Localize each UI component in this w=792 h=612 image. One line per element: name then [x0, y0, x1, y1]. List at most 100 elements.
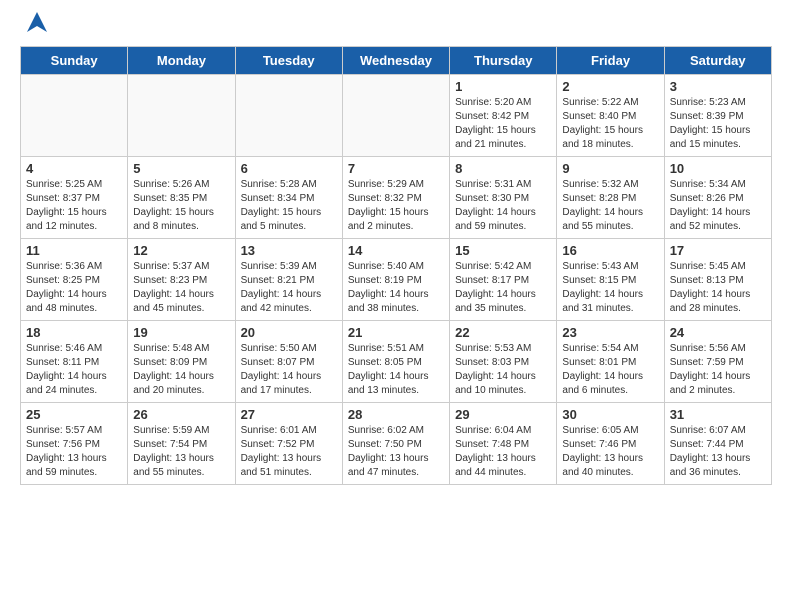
day-number: 26 [133, 407, 229, 422]
day-info: Sunrise: 5:22 AM Sunset: 8:40 PM Dayligh… [562, 96, 658, 152]
day-info: Sunrise: 6:05 AM Sunset: 7:46 PM Dayligh… [562, 424, 658, 480]
day-info: Sunrise: 5:46 AM Sunset: 8:11 PM Dayligh… [26, 342, 122, 398]
day-info: Sunrise: 5:29 AM Sunset: 8:32 PM Dayligh… [348, 178, 444, 234]
calendar-cell: 22 Sunrise: 5:53 AM Sunset: 8:03 PM Dayli… [450, 321, 557, 403]
calendar-week-row: 25Sunrise: 5:57 AM Sunset: 7:56 PM Dayli… [21, 403, 772, 485]
day-info: Sunrise: 5:59 AM Sunset: 7:54 PM Dayligh… [133, 424, 229, 480]
calendar-cell: 31Sunrise: 6:07 AM Sunset: 7:44 PM Dayli… [664, 403, 771, 485]
day-info: Sunrise: 5:54 AM Sunset: 8:01 PM Dayligh… [562, 342, 658, 398]
calendar-week-row: 18 Sunrise: 5:46 AM Sunset: 8:11 PM Dayli… [21, 321, 772, 403]
calendar-cell: 13 Sunrise: 5:39 AM Sunset: 8:21 PM Dayli… [235, 239, 342, 321]
calendar-cell: 2 Sunrise: 5:22 AM Sunset: 8:40 PM Daylig… [557, 75, 664, 157]
calendar-cell: 19 Sunrise: 5:48 AM Sunset: 8:09 PM Dayli… [128, 321, 235, 403]
day-number: 20 [241, 325, 337, 340]
day-number: 16 [562, 243, 658, 258]
calendar-cell: 7 Sunrise: 5:29 AM Sunset: 8:32 PM Daylig… [342, 157, 449, 239]
col-header-wednesday: Wednesday [342, 47, 449, 75]
calendar-cell: 4 Sunrise: 5:25 AM Sunset: 8:37 PM Daylig… [21, 157, 128, 239]
day-number: 8 [455, 161, 551, 176]
calendar-cell: 28Sunrise: 6:02 AM Sunset: 7:50 PM Dayli… [342, 403, 449, 485]
col-header-friday: Friday [557, 47, 664, 75]
day-number: 2 [562, 79, 658, 94]
calendar-cell [128, 75, 235, 157]
day-info: Sunrise: 5:31 AM Sunset: 8:30 PM Dayligh… [455, 178, 551, 234]
day-info: Sunrise: 5:42 AM Sunset: 8:17 PM Dayligh… [455, 260, 551, 316]
calendar-cell: 16Sunrise: 5:43 AM Sunset: 8:15 PM Dayli… [557, 239, 664, 321]
calendar-cell: 3 Sunrise: 5:23 AM Sunset: 8:39 PM Daylig… [664, 75, 771, 157]
calendar-cell [235, 75, 342, 157]
day-number: 7 [348, 161, 444, 176]
page: SundayMondayTuesdayWednesdayThursdayFrid… [0, 0, 792, 501]
day-info: Sunrise: 5:50 AM Sunset: 8:07 PM Dayligh… [241, 342, 337, 398]
day-number: 3 [670, 79, 766, 94]
day-info: Sunrise: 5:37 AM Sunset: 8:23 PM Dayligh… [133, 260, 229, 316]
calendar-cell: 1Sunrise: 5:20 AM Sunset: 8:42 PM Daylig… [450, 75, 557, 157]
day-info: Sunrise: 5:25 AM Sunset: 8:37 PM Dayligh… [26, 178, 122, 234]
calendar-cell: 10 Sunrise: 5:34 AM Sunset: 8:26 PM Dayli… [664, 157, 771, 239]
calendar-cell: 14 Sunrise: 5:40 AM Sunset: 8:19 PM Dayli… [342, 239, 449, 321]
day-number: 10 [670, 161, 766, 176]
day-number: 22 [455, 325, 551, 340]
calendar-cell [342, 75, 449, 157]
day-number: 13 [241, 243, 337, 258]
day-number: 19 [133, 325, 229, 340]
calendar-cell: 27 Sunrise: 6:01 AM Sunset: 7:52 PM Dayli… [235, 403, 342, 485]
calendar-cell: 23Sunrise: 5:54 AM Sunset: 8:01 PM Dayli… [557, 321, 664, 403]
calendar-table: SundayMondayTuesdayWednesdayThursdayFrid… [20, 46, 772, 485]
calendar-cell: 26 Sunrise: 5:59 AM Sunset: 7:54 PM Dayli… [128, 403, 235, 485]
day-number: 24 [670, 325, 766, 340]
day-info: Sunrise: 5:23 AM Sunset: 8:39 PM Dayligh… [670, 96, 766, 152]
day-number: 14 [348, 243, 444, 258]
day-info: Sunrise: 5:36 AM Sunset: 8:25 PM Dayligh… [26, 260, 122, 316]
header [20, 16, 772, 36]
logo-arrow-icon [23, 8, 51, 36]
col-header-sunday: Sunday [21, 47, 128, 75]
calendar-week-row: 11 Sunrise: 5:36 AM Sunset: 8:25 PM Dayli… [21, 239, 772, 321]
calendar-week-row: 1Sunrise: 5:20 AM Sunset: 8:42 PM Daylig… [21, 75, 772, 157]
calendar-cell: 29 Sunrise: 6:04 AM Sunset: 7:48 PM Dayli… [450, 403, 557, 485]
calendar-cell: 25Sunrise: 5:57 AM Sunset: 7:56 PM Dayli… [21, 403, 128, 485]
calendar-cell: 8 Sunrise: 5:31 AM Sunset: 8:30 PM Daylig… [450, 157, 557, 239]
day-info: Sunrise: 5:39 AM Sunset: 8:21 PM Dayligh… [241, 260, 337, 316]
calendar-header-row: SundayMondayTuesdayWednesdayThursdayFrid… [21, 47, 772, 75]
day-info: Sunrise: 5:48 AM Sunset: 8:09 PM Dayligh… [133, 342, 229, 398]
day-number: 9 [562, 161, 658, 176]
logo [20, 16, 51, 36]
day-info: Sunrise: 5:32 AM Sunset: 8:28 PM Dayligh… [562, 178, 658, 234]
day-number: 6 [241, 161, 337, 176]
day-number: 5 [133, 161, 229, 176]
calendar-cell: 9 Sunrise: 5:32 AM Sunset: 8:28 PM Daylig… [557, 157, 664, 239]
calendar-cell: 12 Sunrise: 5:37 AM Sunset: 8:23 PM Dayli… [128, 239, 235, 321]
day-info: Sunrise: 5:28 AM Sunset: 8:34 PM Dayligh… [241, 178, 337, 234]
day-number: 28 [348, 407, 444, 422]
calendar-cell: 15 Sunrise: 5:42 AM Sunset: 8:17 PM Dayli… [450, 239, 557, 321]
day-info: Sunrise: 5:56 AM Sunset: 7:59 PM Dayligh… [670, 342, 766, 398]
day-info: Sunrise: 5:45 AM Sunset: 8:13 PM Dayligh… [670, 260, 766, 316]
calendar-cell: 11 Sunrise: 5:36 AM Sunset: 8:25 PM Dayli… [21, 239, 128, 321]
day-number: 11 [26, 243, 122, 258]
day-number: 17 [670, 243, 766, 258]
day-number: 21 [348, 325, 444, 340]
day-number: 18 [26, 325, 122, 340]
day-number: 29 [455, 407, 551, 422]
calendar-cell: 6 Sunrise: 5:28 AM Sunset: 8:34 PM Daylig… [235, 157, 342, 239]
calendar-cell: 30 Sunrise: 6:05 AM Sunset: 7:46 PM Dayli… [557, 403, 664, 485]
col-header-saturday: Saturday [664, 47, 771, 75]
day-info: Sunrise: 6:04 AM Sunset: 7:48 PM Dayligh… [455, 424, 551, 480]
day-number: 27 [241, 407, 337, 422]
day-info: Sunrise: 5:34 AM Sunset: 8:26 PM Dayligh… [670, 178, 766, 234]
calendar-cell [21, 75, 128, 157]
day-number: 15 [455, 243, 551, 258]
day-info: Sunrise: 5:53 AM Sunset: 8:03 PM Dayligh… [455, 342, 551, 398]
calendar-week-row: 4 Sunrise: 5:25 AM Sunset: 8:37 PM Daylig… [21, 157, 772, 239]
day-number: 30 [562, 407, 658, 422]
day-info: Sunrise: 6:01 AM Sunset: 7:52 PM Dayligh… [241, 424, 337, 480]
day-number: 4 [26, 161, 122, 176]
col-header-thursday: Thursday [450, 47, 557, 75]
calendar-cell: 18 Sunrise: 5:46 AM Sunset: 8:11 PM Dayli… [21, 321, 128, 403]
calendar-cell: 24 Sunrise: 5:56 AM Sunset: 7:59 PM Dayli… [664, 321, 771, 403]
col-header-monday: Monday [128, 47, 235, 75]
day-info: Sunrise: 5:40 AM Sunset: 8:19 PM Dayligh… [348, 260, 444, 316]
day-info: Sunrise: 5:20 AM Sunset: 8:42 PM Dayligh… [455, 96, 551, 152]
day-number: 12 [133, 243, 229, 258]
